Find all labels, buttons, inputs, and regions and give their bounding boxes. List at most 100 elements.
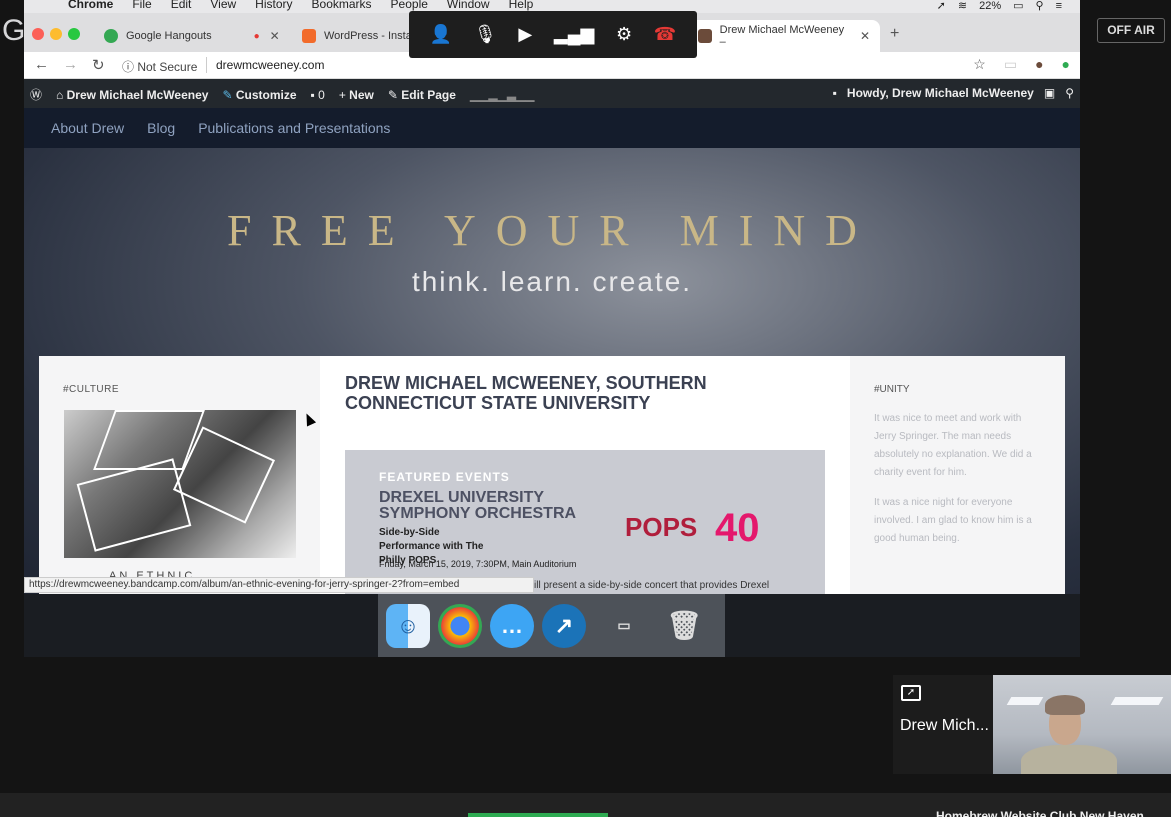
- hero-title: FREE YOUR MIND: [227, 206, 877, 255]
- ceiling-light: [1006, 697, 1044, 705]
- profile-avatar-icon[interactable]: ●: [1035, 56, 1043, 73]
- shared-screen: Chrome File Edit View History Bookmarks …: [24, 0, 1080, 657]
- wordpress-logo-icon[interactable]: Ⓦ: [30, 86, 42, 103]
- tab-drew-michael-mcweeney[interactable]: Drew Michael McWeeney – ✕: [688, 20, 880, 52]
- finder-icon[interactable]: ☺: [386, 603, 430, 648]
- camera-off-icon[interactable]: ▶: [518, 24, 532, 45]
- culture-column: #CULTURE AN ETHNIC: [39, 356, 320, 594]
- airmail-icon[interactable]: ↗: [542, 603, 586, 648]
- menu-file[interactable]: File: [132, 0, 151, 11]
- cast-icon[interactable]: ▭: [1004, 56, 1017, 73]
- recording-icon: ●: [253, 30, 260, 42]
- back-icon[interactable]: ←: [34, 56, 49, 74]
- signal-icon[interactable]: ▂▄▆: [554, 24, 594, 45]
- hang-up-icon[interactable]: ☎: [654, 24, 676, 45]
- hangout-title: Homebrew Website Club New Haven: [936, 809, 1144, 817]
- menu-history[interactable]: History: [255, 0, 292, 11]
- menu-view[interactable]: View: [210, 0, 236, 11]
- settings-icon[interactable]: ⚙: [616, 24, 632, 45]
- wp-site-link[interactable]: ⌂ Drew Michael McWeeney: [56, 88, 208, 102]
- mic-off-icon[interactable]: 🎙: [474, 24, 497, 45]
- stats-sparkline-icon[interactable]: ▁▁▂▁▃▁▁: [470, 88, 535, 102]
- messages-icon[interactable]: …: [490, 603, 534, 648]
- battery-icon[interactable]: ▭: [1013, 0, 1023, 12]
- menu-bookmarks[interactable]: Bookmarks: [312, 0, 372, 11]
- screen-share-icon: ➚: [901, 685, 921, 701]
- user-avatar-icon[interactable]: ▣: [1044, 86, 1055, 100]
- battery-percent: 22%: [979, 0, 1002, 12]
- tab-google-hangouts[interactable]: Google Hangouts ● ✕: [94, 20, 290, 52]
- menu-app[interactable]: Chrome: [68, 0, 113, 11]
- participant-hair: [1045, 695, 1085, 715]
- address-separator: [206, 57, 207, 73]
- wp-howdy[interactable]: Howdy, Drew Michael McWeeney: [847, 86, 1034, 100]
- hangouts-icon: [104, 29, 118, 43]
- menu-people[interactable]: People: [391, 0, 428, 11]
- wp-search-icon[interactable]: ⚲: [1065, 86, 1074, 100]
- mac-dock: ☺ … ↗ ▭ 🗑: [378, 594, 725, 657]
- wp-comments-link[interactable]: ▪ 0: [311, 88, 325, 102]
- unity-paragraph-1: It was nice to meet and work with Jerry …: [874, 413, 1032, 478]
- wp-site-name: Drew Michael McWeeney: [66, 87, 209, 102]
- add-person-icon[interactable]: 👤: [430, 24, 452, 45]
- album-collage-image[interactable]: [64, 410, 296, 558]
- post-title[interactable]: DREW MICHAEL MCWEENEY, SOUTHERN CONNECTI…: [345, 373, 745, 413]
- spotlight-icon[interactable]: ⚲: [1036, 0, 1044, 12]
- active-speaker-indicator: [468, 813, 608, 817]
- wp-customize-link[interactable]: ✎ Customize: [222, 88, 296, 102]
- poster-featured-label: FEATURED EVENTS: [379, 470, 510, 484]
- wp-customize-label: Customize: [235, 87, 297, 102]
- poster-org: DREXEL UNIVERSITY SYMPHONY ORCHESTRA: [379, 489, 577, 522]
- chrome-icon[interactable]: [438, 603, 482, 648]
- comment-icon: ▪: [310, 87, 319, 102]
- participant-camera-feed[interactable]: [993, 675, 1171, 774]
- participant-name: Drew Mich...: [900, 717, 989, 734]
- tab-label: Drew Michael McWeeney –: [719, 24, 845, 48]
- wp-edit-page-link[interactable]: ✎ Edit Page: [388, 88, 456, 102]
- new-tab-button[interactable]: +: [890, 25, 899, 43]
- nav-publications[interactable]: Publications and Presentations: [198, 120, 390, 136]
- notification-center-icon[interactable]: ≡: [1056, 0, 1062, 12]
- link-status-bar: https://drewmcweeney.bandcamp.com/album/…: [24, 577, 534, 593]
- menu-help[interactable]: Help: [509, 0, 534, 11]
- poster-date: Friday, March 15, 2019, 7:30PM, Main Aud…: [379, 559, 577, 569]
- close-tab-icon[interactable]: ✕: [860, 29, 870, 43]
- poster-brand: POPS: [625, 512, 698, 542]
- trash-icon[interactable]: 🗑: [662, 604, 706, 648]
- wp-new-link[interactable]: + New: [339, 88, 374, 102]
- unity-paragraph-2: It was a nice night for everyone involve…: [874, 497, 1032, 544]
- security-indicator[interactable]: ⓘ Not Secure: [122, 58, 197, 75]
- poster-partial-text: ill present a side-by-side concert that …: [534, 580, 770, 591]
- url-input[interactable]: drewmcweeney.com: [216, 58, 324, 72]
- nav-blog[interactable]: Blog: [147, 120, 175, 136]
- off-air-badge[interactable]: OFF AIR: [1097, 18, 1165, 43]
- zoom-window-button[interactable]: [68, 28, 80, 40]
- culture-tag[interactable]: #CULTURE: [63, 384, 119, 395]
- extension-icon[interactable]: ●: [1062, 56, 1070, 73]
- close-window-button[interactable]: [32, 28, 44, 40]
- wifi-icon[interactable]: ≋: [958, 0, 967, 12]
- forward-icon[interactable]: →: [63, 56, 78, 74]
- window-controls: [32, 28, 80, 40]
- security-label: Not Secure: [137, 60, 198, 74]
- plus-icon: +: [338, 87, 350, 102]
- chrome-window-icon[interactable]: ▭: [594, 604, 654, 648]
- ceiling-light: [1110, 697, 1164, 705]
- site-navigation: About Drew Blog Publications and Present…: [24, 108, 1080, 148]
- bookmark-star-icon[interactable]: ☆: [973, 56, 986, 73]
- info-icon: ⓘ: [122, 60, 138, 74]
- nav-about-drew[interactable]: About Drew: [51, 120, 124, 136]
- wordpress-installatron-icon: [302, 29, 316, 43]
- close-tab-icon[interactable]: ✕: [270, 29, 280, 43]
- notification-icon[interactable]: ▪: [833, 86, 837, 100]
- menu-edit[interactable]: Edit: [171, 0, 192, 11]
- minimize-window-button[interactable]: [50, 28, 62, 40]
- tab-label: Google Hangouts: [126, 30, 212, 42]
- reload-icon[interactable]: ↻: [92, 56, 105, 74]
- participant-tile[interactable]: ➚ Drew Mich...: [893, 675, 993, 774]
- unity-tag[interactable]: #UNITY: [874, 384, 910, 395]
- cursor-status-icon[interactable]: ➚: [937, 0, 946, 12]
- menu-window[interactable]: Window: [447, 0, 490, 11]
- hangouts-call-toolbar: 👤 🎙 ▶ ▂▄▆ ⚙ ☎: [409, 11, 697, 58]
- wp-edit-page-label: Edit Page: [401, 87, 456, 102]
